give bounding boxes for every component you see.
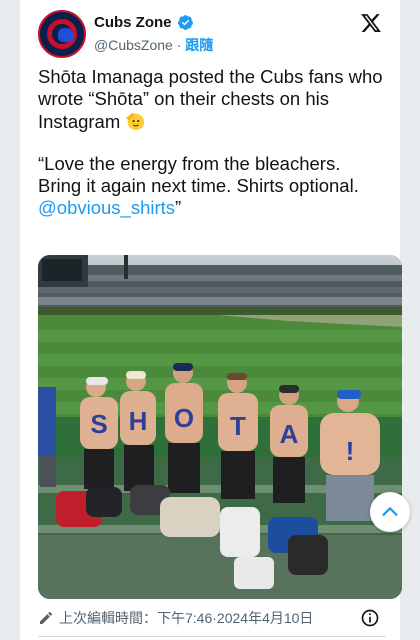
verified-badge-icon (177, 15, 193, 30)
chest-letter: O (174, 403, 194, 433)
edited-label[interactable]: 上次編輯時間： (59, 608, 157, 628)
saluting-face-emoji-icon (126, 112, 145, 131)
stadium-photo-illustration: S H O T A ! (38, 255, 402, 599)
tweet-text: Shōta Imanaga posted the Cubs fans who w… (38, 66, 386, 239)
divider (38, 636, 386, 637)
display-name[interactable]: Cubs Zone (94, 14, 172, 31)
chest-letter: ! (346, 436, 355, 466)
handle[interactable]: @CubsZone (94, 37, 173, 53)
paragraph-2-text: “Love the energy from the bleachers. Bri… (38, 153, 364, 196)
tweet-footer: 上次編輯時間： 下午7:46 · 2024年4月10日 (38, 606, 386, 630)
chest-letter: H (129, 406, 148, 436)
avatar-bear-logo (58, 28, 74, 42)
pencil-icon (40, 611, 53, 624)
chest-letter: S (90, 409, 107, 439)
tweet-paragraph-2: “Love the energy from the bleachers. Bri… (38, 153, 386, 219)
avatar[interactable] (38, 10, 86, 58)
info-icon[interactable] (360, 608, 380, 628)
paragraph-2-end: ” (175, 197, 182, 218)
scroll-up-button[interactable] (370, 492, 410, 532)
chevron-up-icon (382, 507, 398, 516)
mention-link[interactable]: @obvious_shirts (38, 197, 175, 218)
chest-letter: A (280, 419, 299, 449)
handle-row: @CubsZone · 跟隨 (94, 35, 213, 55)
post-date[interactable]: 2024年4月10日 (217, 608, 314, 628)
chest-letter: T (230, 411, 246, 441)
tweet-photo[interactable]: S H O T A ! (38, 255, 402, 599)
tweet-paragraph-1: Shōta Imanaga posted the Cubs fans who w… (38, 66, 386, 133)
x-logo-icon[interactable] (360, 12, 382, 34)
handle-separator: · (172, 37, 186, 53)
paragraph-1-text: Shōta Imanaga posted the Cubs fans who w… (38, 66, 388, 132)
name-row: Cubs Zone (94, 14, 194, 31)
tweet-card: Cubs Zone @CubsZone · 跟隨 Shōta Imanaga p… (20, 0, 402, 640)
follow-button[interactable]: 跟隨 (185, 37, 213, 53)
tweet-header: Cubs Zone @CubsZone · 跟隨 (38, 8, 386, 58)
post-time[interactable]: 下午7:46 (157, 608, 212, 628)
